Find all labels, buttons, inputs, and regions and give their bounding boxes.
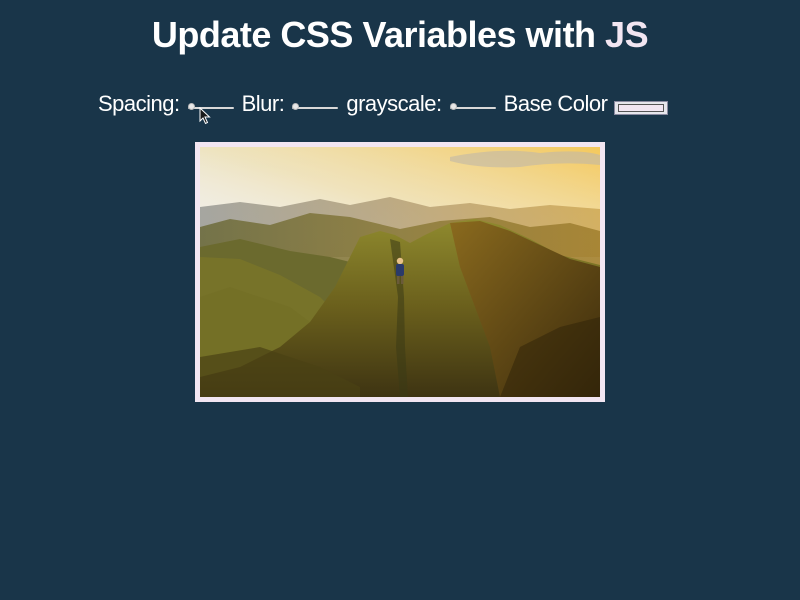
title-main: Update CSS Variables with bbox=[151, 14, 606, 55]
blur-label: Blur: bbox=[241, 91, 285, 116]
base-color-label: Base Color bbox=[503, 91, 608, 116]
grayscale-slider[interactable] bbox=[449, 101, 496, 115]
page-title: Update CSS Variables with JS bbox=[0, 14, 800, 56]
base-color-swatch bbox=[617, 104, 664, 112]
blur-slider-track bbox=[292, 107, 339, 109]
base-color-picker[interactable] bbox=[613, 101, 668, 115]
title-highlight: JS bbox=[605, 14, 649, 55]
photo-frame bbox=[195, 142, 605, 402]
spacing-slider-thumb[interactable] bbox=[187, 103, 195, 110]
mountain-hiker-photo bbox=[200, 147, 600, 397]
blur-slider[interactable] bbox=[292, 101, 339, 115]
grayscale-label: grayscale: bbox=[346, 91, 442, 116]
grayscale-slider-thumb[interactable] bbox=[449, 103, 457, 110]
mouse-cursor-icon bbox=[199, 107, 211, 125]
controls-bar: Spacing: Blur: grayscale: Base Color bbox=[98, 88, 668, 120]
spacing-label: Spacing: bbox=[98, 91, 180, 116]
